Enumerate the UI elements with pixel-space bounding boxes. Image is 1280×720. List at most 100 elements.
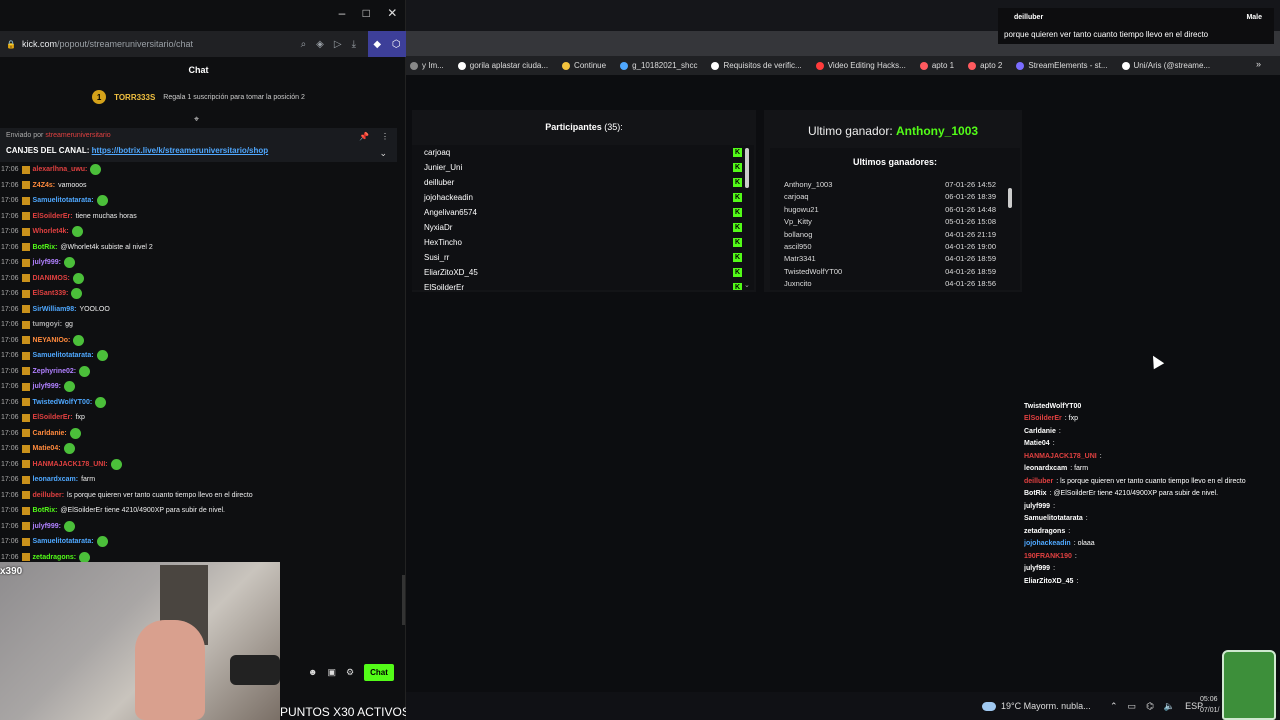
message-user[interactable]: NEYANIOo: (33, 337, 71, 344)
chat-message[interactable]: 17:06 leonardxcam: farm (0, 472, 397, 488)
message-user[interactable]: Whorlet4k: (33, 228, 69, 235)
chat-message[interactable]: 17:06 Carldanie: (0, 426, 397, 442)
message-user[interactable]: Samuelitotatarata: (33, 538, 94, 545)
display-icon[interactable]: ▭ (1128, 701, 1137, 712)
chat-message[interactable]: 17:06 Matie04: (0, 441, 397, 457)
chat-message[interactable]: 17:06 Z4Z4s: vamooos (0, 178, 397, 194)
address-bar[interactable]: 🔒 kick.com/popout/streameruniversitario/… (0, 31, 406, 57)
bookmark-item[interactable]: gorila aplastar ciuda... (457, 61, 548, 70)
chevron-down-icon[interactable]: ⌄ (744, 281, 750, 289)
chat-message[interactable]: 17:06 tumgoyi: gg (0, 317, 397, 333)
chat-message[interactable]: 17:06 HANMAJACK178_UNI: (0, 457, 397, 473)
chat-message[interactable]: 17:06 deilluber: ls porque quieren ver tan… (0, 488, 397, 504)
chat-message[interactable]: 17:06 Zephyrine02: (0, 364, 397, 380)
pinned-message[interactable]: Enviado por streameruniversitario CANJES… (0, 128, 397, 162)
chat-message[interactable]: 17:06 BotRix: @Whorlet4k subiste al nivel … (0, 240, 397, 256)
participant-row[interactable]: NyxiaDr K (412, 220, 754, 235)
chat-message[interactable]: 17:06 ElSoilderEr: tiene muchas horas (0, 209, 397, 225)
search-icon[interactable]: ⌕ (301, 39, 307, 50)
message-user[interactable]: ElSant339: (33, 290, 69, 297)
bookmark-item[interactable]: StreamElements - st... (1016, 61, 1108, 70)
chat-message[interactable]: 17:06 Whorlet4k: (0, 224, 397, 240)
chat-message[interactable]: 17:06 Samuelitotatarata: (0, 348, 397, 364)
minimize-icon[interactable]: – (339, 6, 346, 26)
bookmark-item[interactable]: y Im... (410, 61, 444, 70)
participant-row[interactable]: ElSoilderEr K (412, 280, 754, 290)
emoji-icon[interactable]: ☻ (308, 667, 317, 677)
chat-message[interactable]: 17:06 julyf999: (0, 255, 397, 271)
chat-message[interactable]: 17:06 julyf999: (0, 519, 397, 535)
message-user[interactable]: julyf999: (33, 259, 61, 266)
network-icon[interactable]: ⌬ (1146, 701, 1154, 712)
message-user[interactable]: Samuelitotatarata: (33, 352, 94, 359)
chat-message[interactable]: 17:06 TwistedWolfYT00: (0, 395, 397, 411)
participant-row[interactable]: carjoaq K (412, 145, 754, 160)
play-icon[interactable]: ▷ (334, 39, 342, 50)
chat-message[interactable]: 17:06 alexarlhna_uwu: (0, 162, 397, 178)
volume-icon[interactable]: 🔈 (1164, 701, 1175, 712)
bookmark-item[interactable]: g_10182021_shcc (620, 61, 697, 70)
sub-leaderboard-banner[interactable]: 1 TORR333S Regala 1 suscripción para tom… (0, 84, 397, 110)
download-icon[interactable]: ⤓ (352, 39, 356, 50)
participant-row[interactable]: jojohackeadin K (412, 190, 754, 205)
settings-icon[interactable]: ⚙ (346, 667, 354, 678)
chat-message[interactable]: 17:06 julyf999: (0, 379, 397, 395)
message-user[interactable]: alexarlhna_uwu: (33, 166, 88, 173)
chat-message[interactable]: 17:06 Samuelitotatarata: (0, 534, 397, 550)
extensions-area[interactable]: ◆ ⬡ (368, 31, 406, 57)
shield-icon[interactable]: ◈ (316, 39, 324, 50)
participant-row[interactable]: HexTincho K (412, 235, 754, 250)
chat-scrollbar[interactable] (402, 575, 405, 625)
chat-message[interactable]: 17:06 SirWilliam98: YOOLOO (0, 302, 397, 318)
message-user[interactable]: BotRix: (33, 507, 58, 514)
participants-list[interactable]: carjoaq K Junier_Uni Kdeilluber Kjojohackead… (412, 145, 754, 290)
chat-message-list[interactable]: 17:06 alexarlhna_uwu: 17:06 Z4Z4s: vamooos 17… (0, 162, 397, 562)
participant-row[interactable]: Angelivan6574 K (412, 205, 754, 220)
more-icon[interactable]: ⋮ (381, 132, 389, 141)
gift-icon[interactable]: ▣ (327, 667, 336, 678)
participant-row[interactable]: deilluber K (412, 175, 754, 190)
participants-scrollbar[interactable] (745, 148, 749, 188)
chat-message[interactable]: 17:06 NEYANIOo: (0, 333, 397, 349)
extension-icon[interactable]: ◆ (373, 39, 381, 50)
send-chat-button[interactable]: Chat (364, 663, 394, 681)
chat-message[interactable]: 17:06 ElSant339: (0, 286, 397, 302)
message-user[interactable]: DIANIMOS: (33, 275, 70, 282)
message-user[interactable]: deilluber: (33, 492, 65, 499)
pin-icon[interactable]: 📌 (359, 132, 369, 141)
winners-list[interactable]: Anthony_1003 07-01-26 14:52 carjoaq 06-01-2… (784, 180, 996, 288)
message-user[interactable]: julyf999: (33, 383, 61, 390)
message-user[interactable]: zetadragons: (33, 554, 77, 561)
chat-message[interactable]: 17:06 BotRix: @ElSoilderEr tiene 4210/4900… (0, 503, 397, 519)
chevron-down-icon[interactable]: ⌄ (379, 148, 387, 159)
bookmarks-overflow-icon[interactable]: » (1256, 59, 1261, 69)
chat-message[interactable]: 17:06 Samuelitotatarata: (0, 193, 397, 209)
bookmark-item[interactable]: Requisitos de verific... (711, 61, 802, 70)
message-user[interactable]: julyf999: (33, 523, 61, 530)
cube-icon[interactable]: ⬡ (392, 39, 401, 50)
bookmark-item[interactable]: Uni/Aris (@streame... (1121, 61, 1210, 70)
chevron-up-icon[interactable]: ⌃ (1110, 701, 1118, 712)
winners-scrollbar[interactable] (1008, 188, 1012, 208)
message-user[interactable]: TwistedWolfYT00: (33, 399, 93, 406)
participant-row[interactable]: EliarZitoXD_45 K (412, 265, 754, 280)
pinned-link[interactable]: https://botrix.live/k/streameruniversita… (92, 146, 269, 155)
chat-message[interactable]: 17:06 DIANIMOS: (0, 271, 397, 287)
bookmark-item[interactable]: Continue (562, 61, 606, 70)
message-user[interactable]: SirWilliam98: (33, 306, 77, 313)
message-user[interactable]: leonardxcam: (33, 476, 79, 483)
message-user[interactable]: Samuelitotatarata: (33, 197, 94, 204)
message-user[interactable]: ElSoilderEr: (33, 213, 73, 220)
message-user[interactable]: ElSoilderEr: (33, 414, 73, 421)
weather-widget[interactable]: 19°C Mayorm. nubla... (982, 698, 1102, 714)
bookmark-item[interactable]: apto 1 (919, 61, 954, 70)
bookmark-item[interactable]: Video Editing Hacks... (815, 61, 906, 70)
message-user[interactable]: tumgoyi: (33, 321, 63, 328)
message-user[interactable]: BotRix: (33, 244, 58, 251)
participant-row[interactable]: Junier_Uni K (412, 160, 754, 175)
message-user[interactable]: Carldanie: (33, 430, 67, 437)
chat-message[interactable]: 17:06 zetadragons: (0, 550, 397, 562)
bookmark-item[interactable]: apto 2 (968, 61, 1002, 70)
chat-message[interactable]: 17:06 ElSoilderEr: fxp (0, 410, 397, 426)
maximize-icon[interactable]: □ (363, 6, 370, 26)
